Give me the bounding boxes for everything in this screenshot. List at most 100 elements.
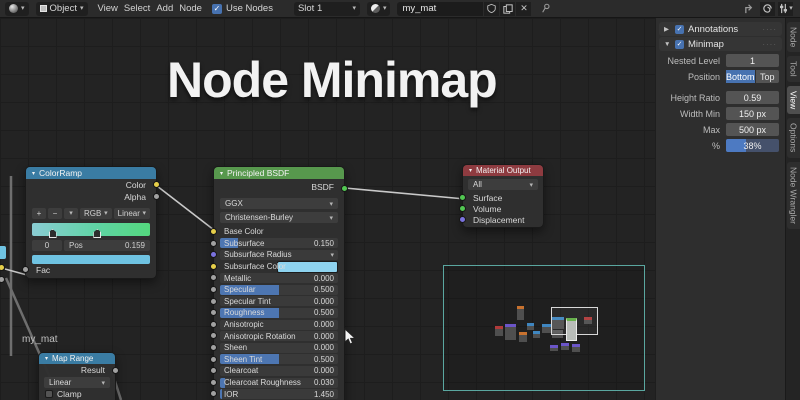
menu-item[interactable]: Add	[153, 3, 176, 14]
material-name-input[interactable]: my_mat	[397, 1, 484, 16]
node-minimap[interactable]	[443, 265, 645, 391]
param-widget[interactable]: Anisotropic Rotation 0.000	[220, 331, 338, 342]
use-nodes-toggle[interactable]: Use Nodes	[211, 3, 273, 14]
node-header[interactable]: ▾ Principled BSDF	[214, 167, 344, 179]
overlays-popover-button[interactable]: ▾	[778, 1, 793, 16]
socket[interactable]	[210, 378, 217, 386]
node-header[interactable]: ▾ Map Range	[39, 353, 115, 364]
socket[interactable]	[210, 332, 217, 340]
material-browse-button[interactable]: ▾	[366, 1, 391, 16]
param-widget[interactable]: Specular Tint 0.000	[220, 296, 338, 307]
socket[interactable]	[210, 285, 217, 293]
param-widget[interactable]: Specular 0.500	[220, 284, 338, 295]
checkbox-checked-icon[interactable]	[675, 24, 684, 34]
checkbox-checked-icon[interactable]	[675, 39, 684, 49]
color-ramp-gradient[interactable]	[32, 223, 150, 238]
ramp-stop[interactable]	[93, 229, 102, 238]
percent-slider[interactable]: 38%	[726, 139, 779, 152]
drag-grip-icon[interactable]: ····	[762, 40, 777, 49]
node-header[interactable]: ▾ ColorRamp	[26, 167, 156, 179]
nested-level-field[interactable]: 1	[726, 54, 779, 67]
node-colorramp[interactable]: ▾ ColorRamp Color Alpha + − ▾ RGB ▾ Line…	[22, 166, 160, 279]
fake-user-button[interactable]	[484, 1, 500, 16]
socket[interactable]	[210, 390, 217, 398]
socket[interactable]	[210, 320, 217, 328]
menu-item[interactable]: Select	[121, 3, 153, 14]
socket[interactable]	[210, 355, 217, 363]
socket[interactable]	[210, 343, 217, 351]
socket[interactable]	[459, 194, 466, 201]
param-widget[interactable]: Clearcoat Roughness 0.030	[220, 377, 338, 388]
ramp-stop-selected[interactable]	[48, 229, 57, 238]
param-widget[interactable]: Base Color	[220, 227, 338, 237]
interpolation-dropdown[interactable]: Linear ▾	[113, 208, 150, 219]
sidebar-tab[interactable]: Node	[786, 22, 800, 53]
collapse-icon[interactable]: ▾	[45, 355, 48, 362]
param-widget[interactable]: Subsurface Color	[220, 260, 338, 273]
socket[interactable]	[341, 185, 348, 192]
stop-index-field[interactable]: 0	[32, 240, 62, 251]
position-option-button[interactable]: Top	[755, 70, 779, 83]
socket[interactable]	[210, 228, 217, 235]
checkbox-icon[interactable]	[45, 389, 53, 398]
socket[interactable]	[210, 262, 217, 270]
param-widget[interactable]: Anisotropic 0.000	[220, 319, 338, 330]
shader-mode-dropdown[interactable]: Object ▾	[35, 1, 88, 16]
sidebar-tab[interactable]: Options	[786, 118, 800, 158]
node-principled-bsdf[interactable]: ▾ Principled BSDF BSDF GGX Christensen-B…	[210, 166, 348, 400]
stop-position-slider[interactable]: Pos 0.159	[64, 240, 150, 251]
collapse-icon[interactable]: ▾	[469, 167, 472, 174]
selected-stop-color[interactable]	[32, 255, 150, 264]
param-widget[interactable]: Sheen 0.000	[220, 342, 338, 353]
param-widget[interactable]: Sheen Tint 0.500	[220, 354, 338, 365]
clamp-row[interactable]: Clamp	[39, 388, 115, 399]
sidebar-tab[interactable]: Node Wrangler	[786, 161, 800, 229]
socket[interactable]	[210, 367, 217, 375]
interpolation-dropdown[interactable]: Linear	[44, 377, 110, 388]
expand-icon[interactable]: ▶	[664, 25, 671, 33]
node-header[interactable]: ▾ Material Output	[463, 165, 543, 176]
param-widget[interactable]: Clearcoat 0.000	[220, 365, 338, 376]
ramp-options-button[interactable]: ▾	[64, 208, 78, 219]
param-widget[interactable]: IOR 1.450	[220, 389, 338, 400]
socket[interactable]	[112, 367, 119, 374]
new-material-button[interactable]	[500, 1, 516, 16]
socket[interactable]	[210, 274, 217, 282]
node-map-range[interactable]: ▾ Map Range Result Linear Clamp	[38, 352, 119, 400]
socket[interactable]	[210, 251, 217, 259]
sss-method-dropdown[interactable]: Christensen-Burley	[220, 212, 338, 223]
width-max-field[interactable]: 500 px	[726, 123, 779, 136]
param-widget[interactable]: Subsurface Radius	[220, 249, 338, 260]
position-option-button[interactable]: Bottom	[726, 70, 755, 83]
param-widget[interactable]: Subsurface 0.150	[220, 238, 338, 249]
slot-dropdown[interactable]: Slot 1 ▾	[293, 1, 360, 16]
menu-item[interactable]: Node	[176, 3, 205, 14]
pin-button[interactable]	[538, 2, 553, 16]
drag-grip-icon[interactable]: ····	[762, 25, 777, 34]
socket[interactable]	[0, 276, 5, 283]
menu-item[interactable]: View	[95, 3, 121, 14]
socket[interactable]	[0, 264, 5, 271]
socket[interactable]	[210, 297, 217, 305]
expand-icon[interactable]: ▼	[664, 41, 671, 48]
realtime-update-button[interactable]	[742, 2, 757, 16]
socket[interactable]	[459, 205, 466, 212]
socket[interactable]	[22, 266, 29, 273]
param-widget[interactable]: Metallic 0.000	[220, 273, 338, 284]
sidebar-tab[interactable]: Tool	[786, 56, 800, 82]
sidebar-tab[interactable]: View	[786, 85, 800, 115]
panel-header[interactable]: ▶ Annotations ····	[659, 22, 782, 36]
socket[interactable]	[210, 309, 217, 317]
param-widget[interactable]: Roughness 0.500	[220, 307, 338, 318]
socket[interactable]	[459, 216, 466, 223]
snap-toggle-button[interactable]	[760, 1, 775, 16]
node-material-output[interactable]: ▾ Material Output All Surface Volume	[459, 164, 544, 228]
height-ratio-field[interactable]: 0.59	[726, 91, 779, 104]
color-mode-dropdown[interactable]: RGB ▾	[80, 208, 112, 219]
node-editor-canvas[interactable]: Node Minimap ▾ ColorRamp Color Alpha + −…	[0, 18, 655, 400]
target-dropdown[interactable]: All	[468, 179, 538, 190]
socket[interactable]	[153, 193, 160, 200]
editor-type-button[interactable]: ▾	[5, 1, 29, 16]
socket[interactable]	[153, 181, 160, 188]
socket[interactable]	[210, 239, 217, 247]
